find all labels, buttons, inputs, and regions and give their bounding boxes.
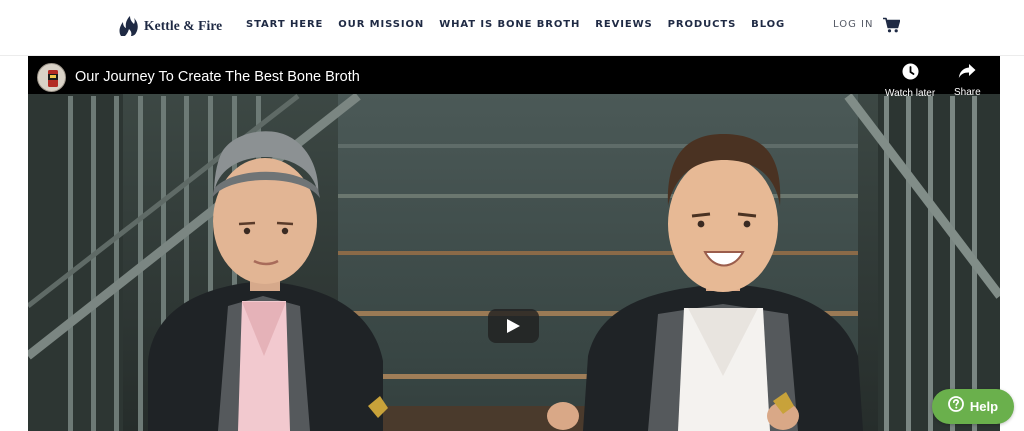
channel-avatar[interactable] <box>37 63 66 92</box>
nav-start-here[interactable]: START HERE <box>246 19 323 30</box>
site-logo[interactable]: Kettle & Fire <box>118 14 222 38</box>
share-button[interactable]: Share <box>954 63 981 98</box>
share-arrow-icon <box>958 63 976 84</box>
watch-later-button[interactable]: Watch later <box>885 63 935 99</box>
video-title[interactable]: Our Journey To Create The Best Bone Brot… <box>75 69 360 85</box>
login-link[interactable]: LOG IN <box>833 19 873 30</box>
nav-our-mission[interactable]: OUR MISSION <box>338 19 424 30</box>
nav-blog[interactable]: BLOG <box>751 19 785 30</box>
help-button[interactable]: Help <box>932 389 1014 424</box>
shopping-cart-icon[interactable] <box>883 17 901 38</box>
nav-reviews[interactable]: REVIEWS <box>595 19 652 30</box>
page: Kettle & Fire START HERE OUR MISSION WHA… <box>0 0 1024 431</box>
play-button[interactable] <box>488 309 539 343</box>
watch-later-label: Watch later <box>885 88 936 99</box>
clock-icon <box>902 63 919 85</box>
video-player[interactable]: Our Journey To Create The Best Bone Brot… <box>28 56 1000 431</box>
site-header: Kettle & Fire START HERE OUR MISSION WHA… <box>0 0 1024 56</box>
help-label: Help <box>969 399 999 414</box>
flame-logo-icon <box>118 15 139 37</box>
main-nav: START HERE OUR MISSION WHAT IS BONE BROT… <box>246 19 785 30</box>
logo-text: Kettle & Fire <box>144 18 223 33</box>
nav-products[interactable]: PRODUCTS <box>668 19 737 30</box>
video-thumbnail <box>28 56 1000 431</box>
share-label: Share <box>954 87 981 98</box>
nav-what-is-bone-broth[interactable]: WHAT IS BONE BROTH <box>439 19 580 30</box>
question-circle-icon <box>948 396 964 417</box>
